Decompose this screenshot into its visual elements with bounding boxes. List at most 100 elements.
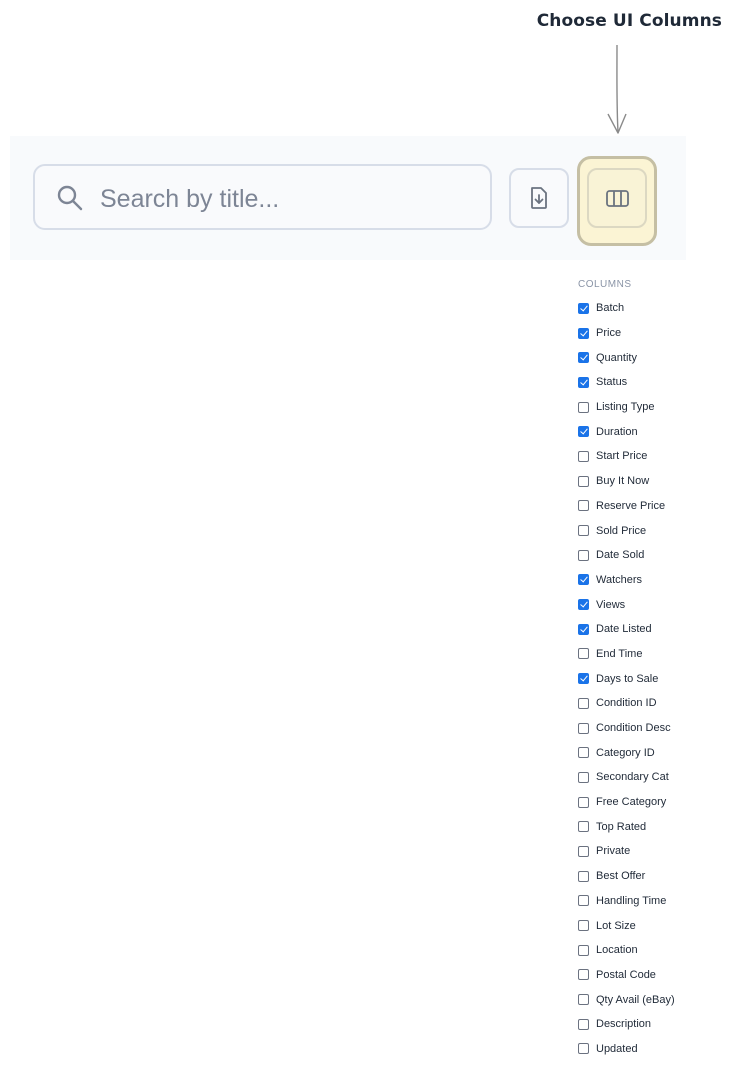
file-download-icon [531,187,547,209]
column-option-label: Qty Avail (eBay) [596,993,675,1006]
column-option-label: Private [596,845,631,858]
columns-icon [606,190,629,207]
column-option-label: Condition ID [596,697,657,710]
column-option[interactable]: Days to Sale [578,666,748,691]
column-option-label: Handling Time [596,894,667,907]
checkbox-unchecked[interactable] [578,1018,589,1030]
column-option[interactable]: Views [578,592,748,617]
column-option-label: Listing Type [596,401,655,414]
column-option[interactable]: End Time [578,642,748,667]
column-option[interactable]: Price [578,321,748,346]
columns-panel: COLUMNS Batch Price Quantity Status Listing … [578,278,748,1061]
column-option[interactable]: Postal Code [578,963,748,988]
column-option[interactable]: Free Category [578,790,748,815]
checkbox-checked[interactable] [578,302,589,314]
checkbox-checked[interactable] [578,574,589,586]
column-option-label: Status [596,376,628,389]
column-option[interactable]: Location [578,938,748,963]
export-button[interactable] [509,168,569,228]
search-icon [57,185,83,211]
column-option-label: Sold Price [596,524,647,537]
checkbox-unchecked[interactable] [578,895,589,907]
column-option[interactable]: Condition Desc [578,716,748,741]
checkbox-unchecked[interactable] [578,944,589,956]
checkbox-checked[interactable] [578,599,589,611]
column-option-label: Description [596,1018,652,1031]
column-option[interactable]: Batch [578,296,748,321]
checkbox-checked[interactable] [578,673,589,685]
column-option-label: Postal Code [596,968,656,981]
checkbox-unchecked[interactable] [578,450,589,462]
column-option[interactable]: Lot Size [578,913,748,938]
column-option[interactable]: Quantity [578,345,748,370]
column-option[interactable]: Handling Time [578,889,748,914]
checkbox-unchecked[interactable] [578,796,589,808]
column-option-label: Secondary Cat [596,771,669,784]
checkbox-checked[interactable] [578,327,589,339]
column-option[interactable]: Duration [578,419,748,444]
checkbox-unchecked[interactable] [578,920,589,932]
column-option-label: Lot Size [596,919,636,932]
column-option[interactable]: Condition ID [578,691,748,716]
column-option-label: End Time [596,647,643,660]
checkbox-unchecked[interactable] [578,771,589,783]
checkbox-checked[interactable] [578,426,589,438]
checkbox-checked[interactable] [578,623,589,635]
checkbox-unchecked[interactable] [578,994,589,1006]
checkbox-unchecked[interactable] [578,549,589,561]
column-option[interactable]: Qty Avail (eBay) [578,987,748,1012]
column-option[interactable]: Secondary Cat [578,765,748,790]
search-input[interactable] [98,176,472,222]
column-option[interactable]: Reserve Price [578,494,748,519]
checkbox-unchecked[interactable] [578,821,589,833]
search-box[interactable] [33,164,492,230]
columns-panel-title: COLUMNS [578,279,632,290]
column-option-label: Category ID [596,746,655,759]
column-option-label: Buy It Now [596,475,650,488]
column-option-label: Free Category [596,796,667,809]
columns-button[interactable] [587,168,647,228]
column-list: Batch Price Quantity Status Listing Type Dura… [578,296,748,1061]
column-option[interactable]: Private [578,839,748,864]
checkbox-unchecked[interactable] [578,747,589,759]
column-option-label: Start Price [596,450,648,463]
checkbox-unchecked[interactable] [578,1043,589,1055]
column-option[interactable]: Buy It Now [578,469,748,494]
column-option-label: Top Rated [596,820,647,833]
column-option-label: Updated [596,1042,638,1055]
column-option-label: Condition Desc [596,722,671,735]
column-option[interactable]: Top Rated [578,814,748,839]
annotation-label: Choose UI Columns [536,11,722,31]
checkbox-unchecked[interactable] [578,648,589,660]
column-option-label: Days to Sale [596,672,659,685]
column-option-label: Location [596,944,638,957]
column-option[interactable]: Description [578,1012,748,1037]
checkbox-unchecked[interactable] [578,500,589,512]
checkbox-unchecked[interactable] [578,870,589,882]
checkbox-unchecked[interactable] [578,969,589,981]
column-option[interactable]: Start Price [578,444,748,469]
column-option[interactable]: Date Sold [578,543,748,568]
column-option[interactable]: Listing Type [578,395,748,420]
column-option-label: Watchers [596,573,643,586]
column-option[interactable]: Status [578,370,748,395]
column-option[interactable]: Best Offer [578,864,748,889]
checkbox-unchecked[interactable] [578,525,589,537]
checkbox-unchecked[interactable] [578,475,589,487]
checkbox-unchecked[interactable] [578,722,589,734]
column-option-label: Best Offer [596,870,646,883]
column-option-label: Reserve Price [596,499,666,512]
column-option[interactable]: Watchers [578,568,748,593]
checkbox-unchecked[interactable] [578,845,589,857]
column-option-label: Batch [596,302,625,315]
column-option[interactable]: Category ID [578,740,748,765]
column-option[interactable]: Sold Price [578,518,748,543]
column-option[interactable]: Date Listed [578,617,748,642]
checkbox-checked[interactable] [578,376,589,388]
checkbox-unchecked[interactable] [578,697,589,709]
column-option[interactable]: Updated [578,1037,748,1062]
column-option-label: Date Sold [596,549,645,562]
checkbox-checked[interactable] [578,352,589,364]
checkbox-unchecked[interactable] [578,401,589,413]
column-option-label: Price [596,327,622,340]
